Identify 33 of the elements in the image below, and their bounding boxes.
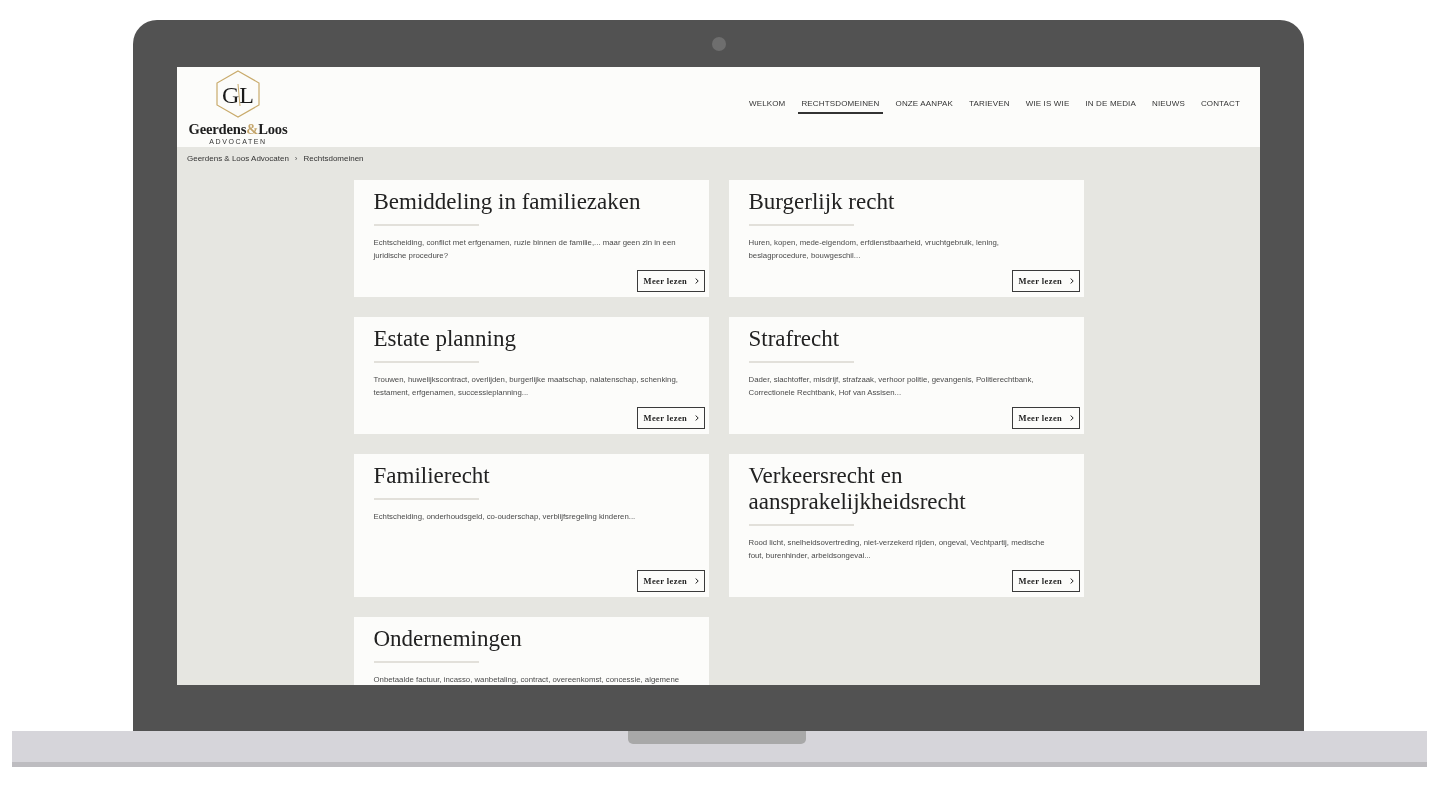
read-more-button[interactable]: Meer lezen xyxy=(1011,270,1080,292)
card-title: Familierecht xyxy=(373,463,491,489)
chevron-right-icon xyxy=(1069,278,1074,284)
card-title: Bemiddeling in familiezaken xyxy=(373,189,642,215)
logo-wordmark: Geerdens&Loos xyxy=(188,122,288,137)
breadcrumb-separator: › xyxy=(294,153,298,165)
nav-link[interactable]: WIE IS WIE xyxy=(1022,96,1073,114)
chevron-right-icon xyxy=(694,278,699,284)
read-more-button[interactable]: Meer lezen xyxy=(1011,570,1080,592)
logo-emblem: GL xyxy=(216,70,260,118)
chevron-right-icon xyxy=(694,578,699,584)
chevron-right-icon xyxy=(1069,578,1074,584)
nav-link[interactable]: TARIEVEN xyxy=(966,96,1013,114)
nav-link[interactable]: IN DE MEDIA xyxy=(1082,96,1139,114)
card-title: Ondernemingen xyxy=(373,626,523,652)
nav-link[interactable]: ONZE AANPAK xyxy=(892,96,957,114)
nav-link[interactable]: RECHTSDOMEINEN xyxy=(798,96,883,114)
read-more-button[interactable]: Meer lezen xyxy=(636,407,705,429)
breadcrumb-link[interactable]: Geerdens & Loos Advocaten xyxy=(187,153,289,165)
breadcrumb-link[interactable]: Rechtsdomeinen xyxy=(303,153,364,165)
read-more-button[interactable]: Meer lezen xyxy=(636,570,705,592)
chevron-right-icon xyxy=(694,415,699,421)
read-more-button[interactable]: Meer lezen xyxy=(1011,407,1080,429)
card-title: Burgerlijk recht xyxy=(748,189,896,215)
card-title: Verkeersrecht en aansprakelijkheidsrecht xyxy=(748,463,967,515)
nav-link[interactable]: WELKOM xyxy=(745,96,789,114)
read-more-button[interactable]: Meer lezen xyxy=(636,270,705,292)
card-title: Strafrecht xyxy=(748,326,841,352)
card-title: Estate planning xyxy=(373,326,517,352)
chevron-right-icon xyxy=(1069,415,1074,421)
webcam-icon xyxy=(711,37,726,51)
nav-link[interactable]: NIEUWS xyxy=(1148,96,1188,114)
nav-link[interactable]: CONTACT xyxy=(1197,96,1243,114)
